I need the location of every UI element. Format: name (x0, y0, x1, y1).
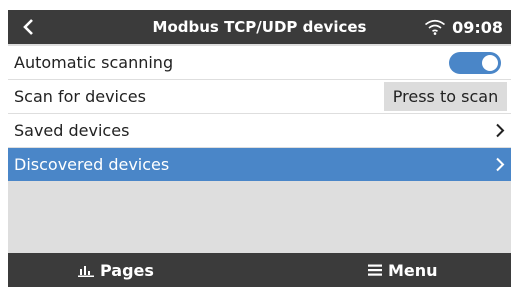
row-label: Scan for devices (14, 87, 146, 106)
hamburger-icon (368, 264, 382, 276)
status-area: 09:08 (424, 10, 503, 44)
row-saved-devices[interactable]: Saved devices (8, 114, 511, 147)
wifi-icon (425, 19, 446, 35)
row-scan-for-devices[interactable]: Scan for devices Press to scan (8, 80, 511, 113)
pages-button[interactable]: Pages (78, 253, 154, 287)
bar-chart-icon (78, 266, 94, 277)
app-window: Modbus TCP/UDP devices 09:08 Automatic s… (8, 10, 511, 287)
footer-bar: Pages Menu (8, 253, 511, 287)
row-label: Automatic scanning (14, 53, 174, 72)
back-button[interactable] (8, 10, 48, 44)
chevron-left-icon (23, 19, 33, 35)
chevron-right-icon (496, 123, 505, 138)
menu-label: Menu (388, 260, 438, 280)
toggle-knob (482, 55, 498, 71)
row-discovered-devices[interactable]: Discovered devices (8, 148, 511, 181)
header-bar: Modbus TCP/UDP devices 09:08 (8, 10, 511, 44)
pages-label: Pages (100, 260, 154, 280)
chevron-right-icon (496, 157, 505, 172)
press-to-scan-button[interactable]: Press to scan (384, 82, 507, 111)
automatic-scanning-toggle[interactable] (449, 52, 501, 74)
row-automatic-scanning[interactable]: Automatic scanning (8, 46, 511, 79)
clock: 09:08 (452, 17, 503, 37)
page-title: Modbus TCP/UDP devices (152, 18, 367, 36)
menu-button[interactable]: Menu (368, 253, 438, 287)
row-label: Discovered devices (14, 155, 170, 174)
row-label: Saved devices (14, 121, 130, 140)
